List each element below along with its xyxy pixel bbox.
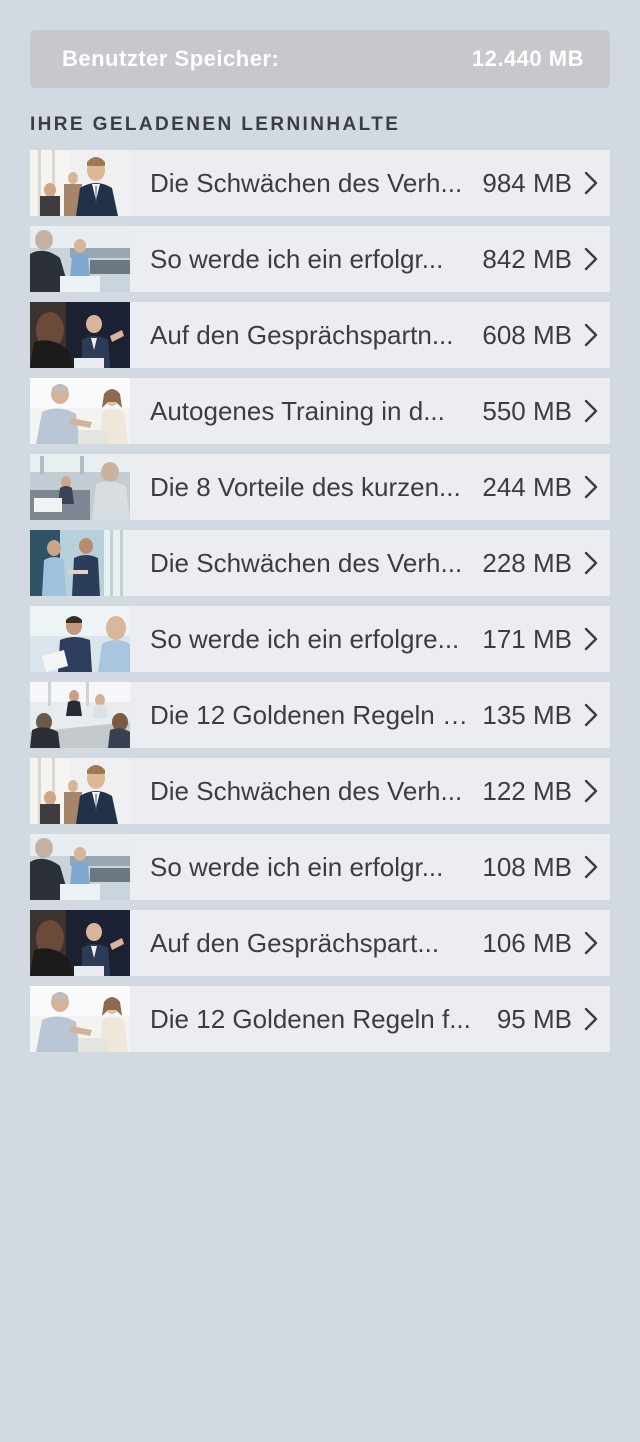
item-title: So werde ich ein erfolgre...: [150, 623, 460, 654]
chevron-right-icon: [572, 606, 610, 672]
chevron-right-icon: [572, 834, 610, 900]
thumbnail-image: [30, 606, 130, 672]
list-item[interactable]: Die Schwächen des Verh... 122 MB: [30, 758, 610, 824]
item-title: Auf den Gesprächspartn...: [150, 319, 454, 350]
list-item[interactable]: Die 8 Vorteile des kurzen... 244 MB: [30, 454, 610, 520]
thumbnail-image: [30, 302, 130, 368]
item-size: 171 MB: [482, 623, 572, 654]
item-size: 108 MB: [482, 851, 572, 882]
chevron-right-icon: [572, 682, 610, 748]
chevron-right-icon: [572, 530, 610, 596]
thumbnail-image: [30, 682, 130, 748]
list-item[interactable]: So werde ich ein erfolgr... 108 MB: [30, 834, 610, 900]
content-list: Die Schwächen des Verh... 984 MB So werde…: [30, 150, 610, 1062]
thumbnail-image: [30, 758, 130, 824]
list-item[interactable]: So werde ich ein erfolgr... 842 MB: [30, 226, 610, 292]
item-title: So werde ich ein erfolgr...: [150, 243, 444, 274]
item-title: So werde ich ein erfolgr...: [150, 851, 444, 882]
item-title: Die Schwächen des Verh...: [150, 775, 463, 806]
item-size: 984 MB: [482, 167, 572, 198]
item-size: 106 MB: [482, 927, 572, 958]
thumbnail-image: [30, 454, 130, 520]
thumbnail-image: [30, 226, 130, 292]
item-size: 550 MB: [482, 395, 572, 426]
item-size: 244 MB: [482, 471, 572, 502]
item-title: Die Schwächen des Verh...: [150, 547, 463, 578]
thumbnail-image: [30, 378, 130, 444]
thumbnail-image: [30, 834, 130, 900]
thumbnail-image: [30, 530, 130, 596]
item-title: Autogenes Training in d...: [150, 395, 445, 426]
chevron-right-icon: [572, 986, 610, 1052]
item-title: Die 12 Goldenen Regeln f...: [150, 699, 471, 730]
list-item[interactable]: Auf den Gesprächspartn... 608 MB: [30, 302, 610, 368]
item-size: 228 MB: [482, 547, 572, 578]
item-title: Die 8 Vorteile des kurzen...: [150, 471, 461, 502]
list-item[interactable]: Auf den Gesprächspart... 106 MB: [30, 910, 610, 976]
list-item[interactable]: Die Schwächen des Verh... 228 MB: [30, 530, 610, 596]
thumbnail-image: [30, 986, 130, 1052]
item-title: Die 12 Goldenen Regeln f...: [150, 1003, 471, 1034]
thumbnail-image: [30, 150, 130, 216]
list-item[interactable]: Die 12 Goldenen Regeln f... 135 MB: [30, 682, 610, 748]
chevron-right-icon: [572, 378, 610, 444]
thumbnail-image: [30, 910, 130, 976]
item-size: 122 MB: [482, 775, 572, 806]
chevron-right-icon: [572, 910, 610, 976]
list-item[interactable]: So werde ich ein erfolgre... 171 MB: [30, 606, 610, 672]
list-item[interactable]: Autogenes Training in d... 550 MB: [30, 378, 610, 444]
item-title: Die Schwächen des Verh...: [150, 167, 463, 198]
section-title: IHRE GELADENEN LERNINHALTE: [30, 114, 401, 135]
list-item[interactable]: Die Schwächen des Verh... 984 MB: [30, 150, 610, 216]
chevron-right-icon: [572, 454, 610, 520]
chevron-right-icon: [572, 226, 610, 292]
item-title: Auf den Gesprächspart...: [150, 927, 440, 958]
item-size: 135 MB: [482, 699, 572, 730]
chevron-right-icon: [572, 150, 610, 216]
storage-label: Benutzter Speicher:: [62, 46, 280, 71]
storage-summary: Benutzter Speicher: 12.440 MB: [30, 30, 610, 88]
item-size: 95 MB: [496, 1003, 572, 1034]
chevron-right-icon: [572, 758, 610, 824]
storage-value: 12.440 MB: [471, 46, 584, 71]
item-size: 842 MB: [482, 243, 572, 274]
chevron-right-icon: [572, 302, 610, 368]
list-item[interactable]: Die 12 Goldenen Regeln f... 95 MB: [30, 986, 610, 1052]
item-size: 608 MB: [482, 319, 572, 350]
